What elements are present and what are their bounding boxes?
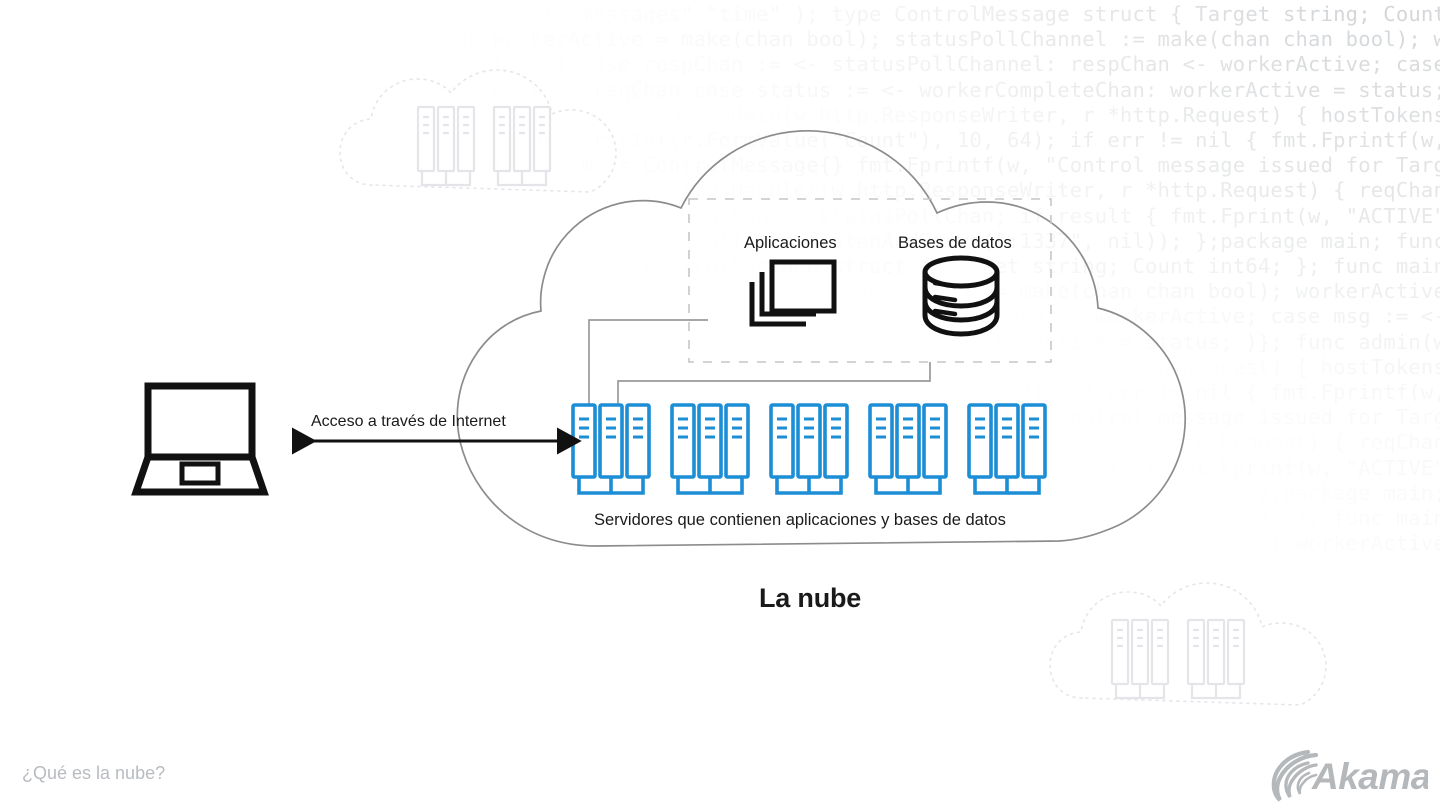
server-group (769, 403, 849, 495)
internet-access-label: Acceso a través de Internet (311, 413, 506, 430)
server-farm (571, 403, 1047, 495)
laptop-icon (131, 382, 269, 496)
cloud-outline (456, 130, 1187, 547)
server-group (670, 403, 750, 495)
stacked-windows-icon (749, 259, 837, 327)
akamai-logo: Akamai (1268, 746, 1440, 807)
akamai-wordmark: Akamai (1311, 756, 1428, 797)
footer-caption: ¿Qué es la nube? (22, 763, 166, 783)
server-group (571, 403, 651, 495)
diagram-canvas: const "messages" "time" ); type ControlM… (0, 0, 1440, 810)
main-diagram-layer (131, 130, 1187, 547)
server-group (868, 403, 948, 495)
akamai-wave-icon (1271, 749, 1319, 802)
servers-caption-label: Servidores que contienen aplicaciones y … (594, 511, 1006, 529)
databases-label: Bases de datos (898, 234, 1012, 252)
applications-label: Aplicaciones (744, 234, 837, 252)
server-group (967, 403, 1047, 495)
database-cylinder-icon (922, 255, 1000, 337)
cloud-title: La nube (759, 583, 862, 613)
